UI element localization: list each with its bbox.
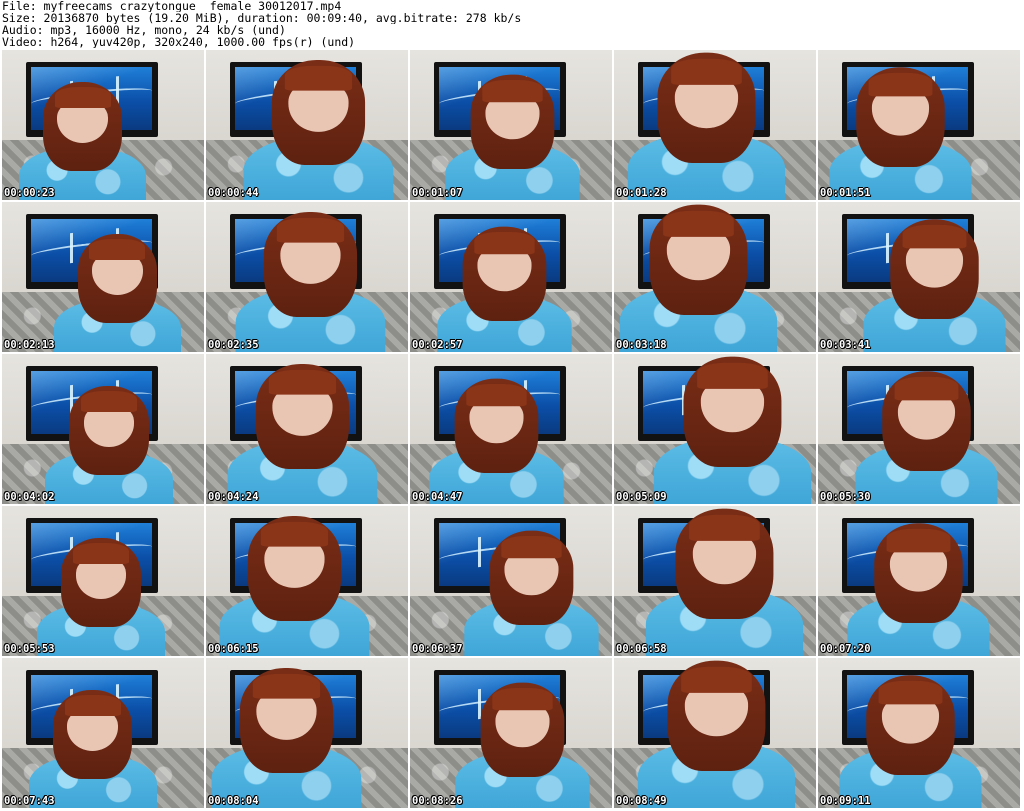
person-figure [438, 69, 588, 200]
person-figure [46, 229, 187, 352]
thumbnail-timestamp: 00:05:09 [616, 491, 667, 503]
thumbnail-timestamp: 00:04:02 [4, 491, 55, 503]
thumbnail-timestamp: 00:08:04 [208, 795, 259, 807]
person-figure [646, 354, 816, 504]
video-thumbnail: 00:05:53 [2, 506, 204, 656]
person-figure [220, 358, 387, 504]
person-figure [832, 670, 990, 808]
video-thumbnail: 00:01:07 [410, 50, 612, 200]
video-thumbnail: 00:02:35 [206, 202, 408, 352]
person-figure [430, 221, 580, 352]
video-thumbnail: 00:06:58 [614, 506, 816, 656]
thumbnail-timestamp: 00:05:53 [4, 643, 55, 655]
thumbnail-timestamp: 00:07:43 [4, 795, 55, 807]
video-thumbnail: 00:06:37 [410, 506, 612, 656]
thumbnail-timestamp: 00:01:28 [616, 187, 667, 199]
thumbnail-timestamp: 00:04:24 [208, 491, 259, 503]
person-figure [22, 685, 163, 808]
thumbnail-timestamp: 00:02:35 [208, 339, 259, 351]
person-figure [228, 206, 395, 352]
thumbnail-timestamp: 00:03:18 [616, 339, 667, 351]
thumbnail-timestamp: 00:02:57 [412, 339, 463, 351]
video-thumbnail: 00:05:30 [818, 354, 1020, 504]
person-figure [422, 373, 572, 504]
person-figure [856, 214, 1014, 352]
person-figure [848, 366, 1006, 504]
video-thumbnail: 00:04:24 [206, 354, 408, 504]
video-thumbnail: 00:07:43 [2, 658, 204, 808]
thumbnail-timestamp: 00:05:30 [820, 491, 871, 503]
file-size-line: Size: 20136870 bytes (19.20 MiB), durati… [2, 12, 522, 24]
thumbnail-timestamp: 00:00:44 [208, 187, 259, 199]
video-thumbnail: 00:05:09 [614, 354, 816, 504]
video-thumbnail: 00:07:20 [818, 506, 1020, 656]
thumbnail-timestamp: 00:06:15 [208, 643, 259, 655]
person-figure [236, 54, 403, 200]
person-figure [448, 677, 598, 808]
thumbnail-timestamp: 00:03:41 [820, 339, 871, 351]
person-figure [456, 525, 606, 656]
file-info-header: File: myfreecams_crazytongue__female_300… [2, 0, 1022, 50]
person-figure [822, 62, 980, 200]
video-thumbnail: 00:06:15 [206, 506, 408, 656]
thumbnail-timestamp: 00:02:13 [4, 339, 55, 351]
video-thumbnail: 00:08:04 [206, 658, 408, 808]
video-thumbnail: 00:00:44 [206, 50, 408, 200]
thumbnail-timestamp: 00:08:49 [616, 795, 667, 807]
video-thumbnail: 00:01:28 [614, 50, 816, 200]
person-figure [637, 506, 812, 656]
person-figure [211, 510, 378, 656]
thumbnail-timestamp: 00:01:51 [820, 187, 871, 199]
thumbnail-timestamp: 00:01:07 [412, 187, 463, 199]
video-thumbnail: 00:09:11 [818, 658, 1020, 808]
video-thumbnail: 00:02:13 [2, 202, 204, 352]
video-info-line: Video: h264, yuv420p, 320x240, 1000.00 f… [2, 36, 356, 48]
thumbnail-timestamp: 00:08:26 [412, 795, 463, 807]
video-thumbnail: 00:08:49 [614, 658, 816, 808]
person-figure [619, 50, 794, 200]
thumbnail-timestamp: 00:06:58 [616, 643, 667, 655]
thumbnail-grid: 00:00:23 00:00:44 00:01:07 00:01:28 00:01:51… [0, 50, 1024, 811]
person-figure [840, 518, 998, 656]
file-name-line: File: myfreecams_crazytongue__female_300… [2, 0, 342, 12]
person-figure [629, 658, 804, 808]
video-thumbnail: 00:02:57 [410, 202, 612, 352]
thumbnail-timestamp: 00:07:20 [820, 643, 871, 655]
video-thumbnail: 00:01:51 [818, 50, 1020, 200]
person-figure [12, 77, 153, 200]
video-thumbnail: 00:03:41 [818, 202, 1020, 352]
video-thumbnail: 00:08:26 [410, 658, 612, 808]
video-thumbnail: 00:03:18 [614, 202, 816, 352]
thumbnail-timestamp: 00:04:47 [412, 491, 463, 503]
person-figure [206, 662, 370, 808]
person-figure [614, 202, 786, 352]
person-figure [30, 533, 171, 656]
person-figure [38, 381, 179, 504]
audio-info-line: Audio: mp3, 16000 Hz, mono, 24 kb/s (und… [2, 24, 286, 36]
video-thumbnail: 00:04:47 [410, 354, 612, 504]
thumbnail-timestamp: 00:09:11 [820, 795, 871, 807]
video-thumbnail: 00:04:02 [2, 354, 204, 504]
thumbnail-timestamp: 00:06:37 [412, 643, 463, 655]
video-thumbnail: 00:00:23 [2, 50, 204, 200]
thumbnail-timestamp: 00:00:23 [4, 187, 55, 199]
